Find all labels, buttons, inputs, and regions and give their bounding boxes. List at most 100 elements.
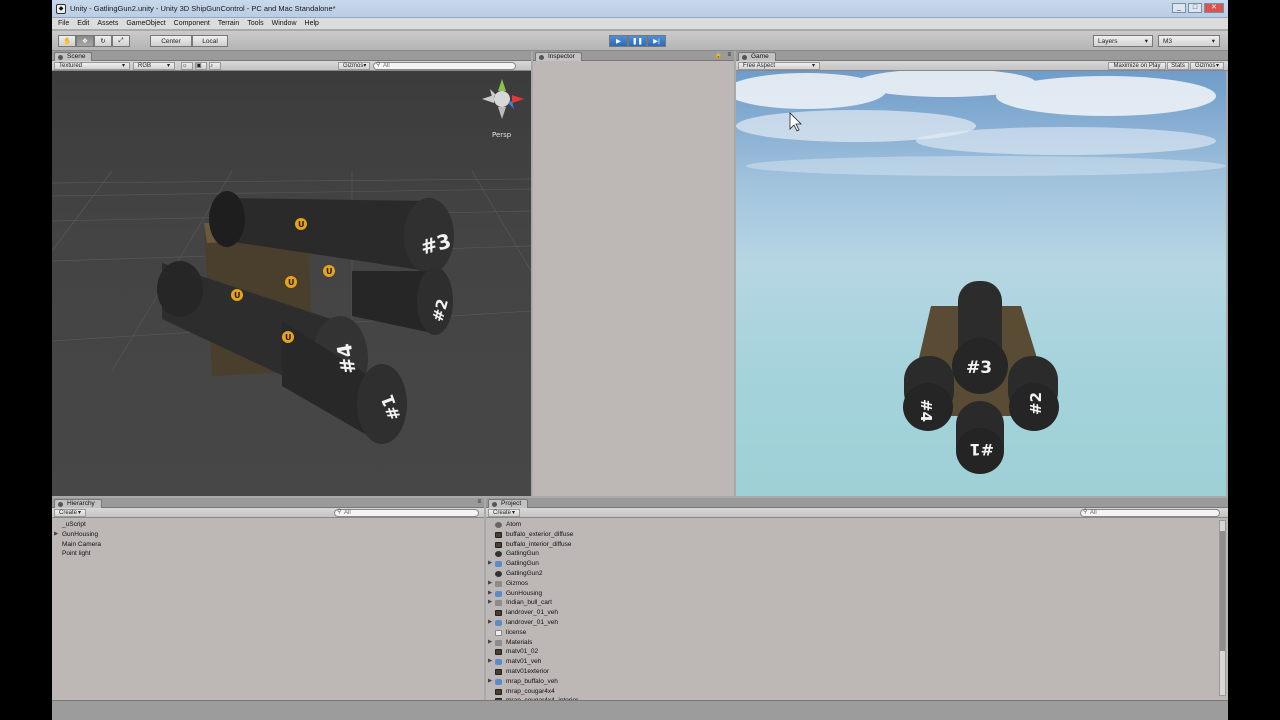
maximize-button[interactable]: □ (1188, 3, 1202, 13)
play-button[interactable]: ▶ (609, 35, 628, 47)
expand-arrow-icon[interactable]: ▶ (488, 618, 492, 628)
hierarchy-item[interactable]: Point light (52, 549, 484, 559)
expand-arrow-icon[interactable]: ▶ (54, 530, 58, 540)
project-item[interactable]: ▶ GunHousing (486, 589, 1228, 599)
scene-audio-toggle-icon[interactable]: ♪ (209, 61, 221, 70)
hierarchy-search-input[interactable]: All (334, 508, 479, 517)
project-item-label: GunHousing (506, 589, 543, 597)
menu-assets[interactable]: Assets (97, 20, 118, 27)
project-item[interactable]: ▶ matv01_veh (486, 657, 1228, 667)
project-item-label: Indian_bull_cart (506, 599, 552, 607)
window-controls: _ □ ✕ (1172, 3, 1224, 13)
menu-component[interactable]: Component (174, 20, 210, 27)
game-view[interactable]: #3 #4 #2 #1 (736, 71, 1226, 496)
project-item[interactable]: buffalo_exterior_diffuse (486, 530, 1228, 540)
tab-scene[interactable]: Scene (54, 52, 93, 61)
hierarchy-list: _uScript ▶ GunHousing Main Camera Point l… (52, 520, 484, 700)
game-panel: Game Free Aspect ▾ Maximize on Play Stats… (736, 51, 1228, 496)
menu-edit[interactable]: Edit (77, 20, 89, 27)
menu-file[interactable]: File (58, 20, 69, 27)
project-controlbar: Create▾ All (486, 508, 1228, 518)
window-title: Unity - GatlingGun2.unity - Unity 3D Shi… (70, 4, 336, 13)
scene-lighting-toggle-icon[interactable]: ☼ (181, 61, 193, 70)
move-tool-icon[interactable]: ✥ (76, 35, 94, 47)
menu-terrain[interactable]: Terrain (218, 20, 239, 27)
tex-asset-icon (495, 649, 502, 656)
hand-tool-icon[interactable]: ✋ (58, 35, 76, 47)
project-item[interactable]: landrover_01_veh (486, 608, 1228, 618)
tab-project[interactable]: Project (488, 499, 529, 508)
project-item[interactable]: GatlingGun2 (486, 569, 1228, 579)
scale-tool-icon[interactable]: ⤢ (112, 35, 130, 47)
render-mode-label: Textured (59, 62, 83, 69)
scene-gizmos-dropdown[interactable]: Gizmos ▾ (338, 61, 370, 70)
project-item[interactable]: GatlingGun (486, 549, 1228, 559)
panel-menu-icon[interactable]: ≡ (477, 499, 481, 505)
hierarchy-item[interactable]: _uScript (52, 520, 484, 530)
stats-toggle[interactable]: Stats (1167, 61, 1189, 70)
color-mode-dropdown[interactable]: RGB ▾ (133, 61, 175, 70)
project-scrollbar[interactable] (1219, 520, 1226, 696)
hierarchy-item-label: GunHousing (62, 530, 99, 538)
expand-arrow-icon[interactable]: ▶ (488, 657, 492, 667)
project-item[interactable]: mrap_cougar4x4 (486, 687, 1228, 697)
game-barrel-label-2: #2 (1027, 392, 1045, 415)
aspect-dropdown[interactable]: Free Aspect ▾ (738, 61, 820, 70)
project-item[interactable]: matv01_02 (486, 647, 1228, 657)
project-item[interactable]: Atom (486, 520, 1228, 530)
tab-hierarchy[interactable]: Hierarchy (54, 499, 102, 508)
orientation-gizmo[interactable] (482, 79, 524, 119)
project-item[interactable]: ▶ Gizmos (486, 579, 1228, 589)
expand-arrow-icon[interactable]: ▶ (488, 677, 492, 687)
project-item[interactable]: matv01exterior (486, 667, 1228, 677)
menu-gameobject[interactable]: GameObject (126, 20, 165, 27)
minimize-button[interactable]: _ (1172, 3, 1186, 13)
expand-arrow-icon[interactable]: ▶ (488, 579, 492, 589)
rotate-tool-icon[interactable]: ↻ (94, 35, 112, 47)
menu-help[interactable]: Help (305, 20, 319, 27)
tab-game[interactable]: Game (738, 52, 776, 61)
pivot-local-button[interactable]: Local (192, 35, 228, 47)
project-item[interactable]: ▶ landrover_01_veh (486, 618, 1228, 628)
game-gizmos-dropdown[interactable]: Gizmos ▾ (1190, 61, 1224, 70)
menu-tools[interactable]: Tools (247, 20, 263, 27)
hierarchy-item[interactable]: ▶ GunHousing (52, 530, 484, 540)
tab-inspector[interactable]: Inspector (535, 52, 582, 61)
scene-controlbar: Textured▾ RGB▾ ☼ ▣ ♪ Gizmos▾ All (52, 61, 531, 71)
scene-image-toggle-icon[interactable]: ▣ (195, 61, 207, 70)
scene-view[interactable]: #3 #2 #4 #1 U U U U U Persp (52, 71, 531, 496)
game-gun-model: #3 #4 #2 #1 (903, 281, 1059, 474)
menu-window[interactable]: Window (272, 20, 297, 27)
maximize-on-play-toggle[interactable]: Maximize on Play (1108, 61, 1166, 70)
scene-search-input[interactable]: All (373, 61, 516, 70)
lock-icon[interactable]: 🔒 (715, 52, 722, 59)
project-search-input[interactable]: All (1080, 508, 1220, 517)
pause-button[interactable]: ❚❚ (628, 35, 647, 47)
render-mode-dropdown[interactable]: Textured ▾ (54, 61, 130, 70)
step-button[interactable]: ▶| (647, 35, 666, 47)
expand-arrow-icon[interactable]: ▶ (488, 559, 492, 569)
close-button[interactable]: ✕ (1204, 3, 1224, 13)
project-create-dropdown[interactable]: Create ▾ (488, 508, 520, 517)
expand-arrow-icon[interactable]: ▶ (488, 589, 492, 599)
layout-dropdown[interactable]: M3 ▾ (1158, 35, 1220, 47)
layers-dropdown[interactable]: Layers ▾ (1093, 35, 1153, 47)
scrollbar-thumb[interactable] (1220, 531, 1225, 651)
project-item[interactable]: buffalo_interior_diffuse (486, 540, 1228, 550)
expand-arrow-icon[interactable]: ▶ (488, 598, 492, 608)
game-barrel-label-3: #3 (966, 358, 992, 378)
project-item[interactable]: ▶ Indian_bull_cart (486, 598, 1228, 608)
project-item[interactable]: license (486, 628, 1228, 638)
project-item-label: matv01exterior (506, 667, 549, 675)
panel-menu-icon[interactable]: ≡ (727, 52, 731, 58)
project-item[interactable]: ▶ GatlingGun (486, 559, 1228, 569)
project-item[interactable]: ▶ Materials (486, 638, 1228, 648)
tex-asset-icon (495, 668, 502, 675)
expand-arrow-icon[interactable]: ▶ (488, 638, 492, 648)
project-item[interactable]: ▶ mrap_buffalo_veh (486, 677, 1228, 687)
project-item-label: GatlingGun (506, 550, 539, 558)
hierarchy-create-dropdown[interactable]: Create ▾ (54, 508, 86, 517)
game-controlbar: Free Aspect ▾ Maximize on Play Stats Gizm… (736, 61, 1228, 71)
hierarchy-item[interactable]: Main Camera (52, 540, 484, 550)
pivot-center-button[interactable]: Center (150, 35, 192, 47)
